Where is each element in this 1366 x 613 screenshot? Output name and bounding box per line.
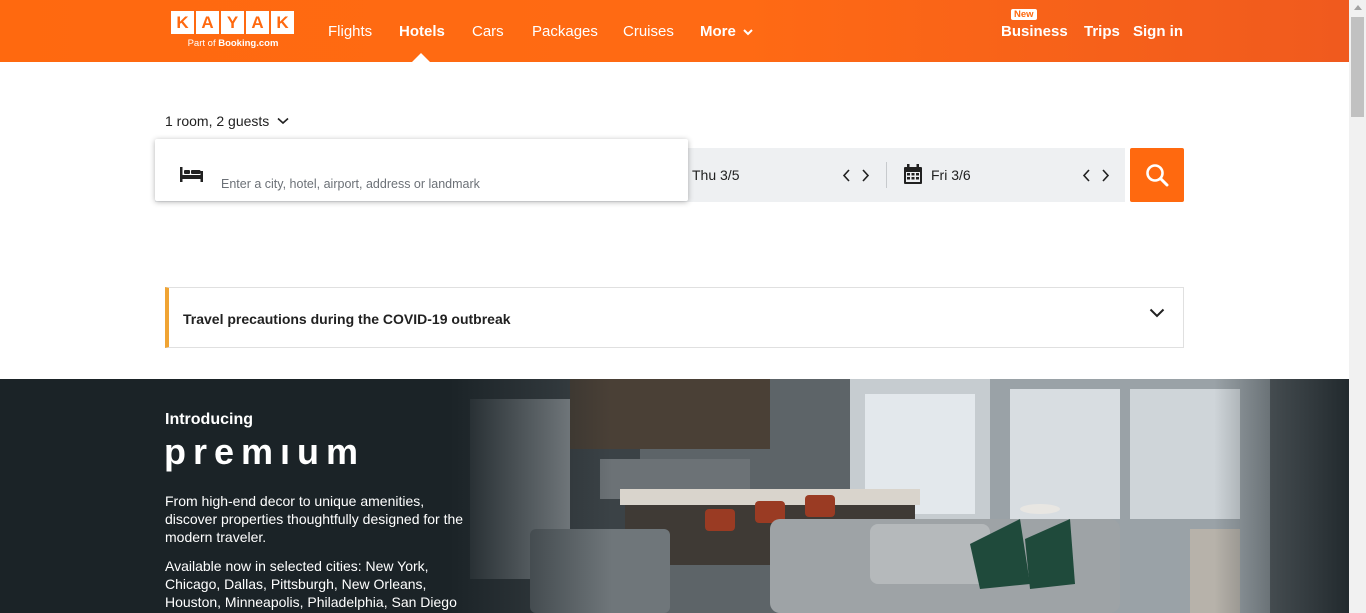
logo-letter: A xyxy=(246,11,269,34)
checkin-prev-chevron-icon[interactable] xyxy=(842,169,851,182)
calendar-icon xyxy=(904,164,922,184)
scroll-up-arrow-icon[interactable] xyxy=(1354,5,1362,10)
chevron-down-icon[interactable] xyxy=(1149,308,1165,318)
destination-field[interactable] xyxy=(155,139,688,201)
checkin-date[interactable]: Thu 3/5 xyxy=(692,148,739,202)
top-header: K A Y A K Part of Booking.com Flights Ho… xyxy=(0,0,1349,62)
logo-subtitle-brand: Booking.com xyxy=(218,38,279,49)
checkout-prev-chevron-icon[interactable] xyxy=(1082,169,1091,182)
logo-letter: K xyxy=(271,11,294,34)
logo-letter: A xyxy=(196,11,219,34)
sign-in-link[interactable]: Sign in xyxy=(1133,23,1183,40)
checkin-next-chevron-icon[interactable] xyxy=(861,169,870,182)
hero-description: From high-end decor to unique amenities,… xyxy=(165,493,464,545)
premium-hero-banner[interactable]: Introducing premıum From high-end decor … xyxy=(0,379,1349,613)
scroll-thumb[interactable] xyxy=(1351,17,1364,117)
covid-banner-title: Travel precautions during the COVID-19 o… xyxy=(183,311,511,327)
checkout-date[interactable]: Fri 3/6 xyxy=(931,148,971,202)
active-nav-indicator xyxy=(412,53,430,62)
nav-more[interactable]: More xyxy=(700,23,753,40)
nav-cruises[interactable]: Cruises xyxy=(623,23,674,40)
search-button[interactable] xyxy=(1130,148,1184,202)
page-scrollbar[interactable] xyxy=(1349,0,1366,613)
bed-icon xyxy=(180,167,203,182)
destination-input[interactable] xyxy=(221,177,661,191)
guests-selector[interactable]: 1 room, 2 guests xyxy=(165,113,289,129)
checkin-label: Thu 3/5 xyxy=(692,167,740,183)
logo-subtitle: Part of Booking.com xyxy=(171,38,295,49)
business-link[interactable]: Business xyxy=(1001,23,1068,40)
checkout-label: Fri 3/6 xyxy=(931,167,971,183)
nav-flights[interactable]: Flights xyxy=(328,23,372,40)
chevron-down-icon xyxy=(277,117,289,125)
logo-subtitle-prefix: Part of xyxy=(187,38,219,49)
checkout-next-chevron-icon[interactable] xyxy=(1101,169,1110,182)
trips-link[interactable]: Trips xyxy=(1084,23,1120,40)
search-icon xyxy=(1146,164,1169,187)
nav-cars[interactable]: Cars xyxy=(472,23,504,40)
logo-letter: K xyxy=(171,11,194,34)
chevron-down-icon xyxy=(743,29,753,36)
guests-label: 1 room, 2 guests xyxy=(165,113,270,129)
nav-more-label: More xyxy=(700,23,736,40)
hero-cities: Available now in selected cities: New Yo… xyxy=(165,558,457,610)
new-badge: New xyxy=(1011,9,1037,20)
hero-intro: Introducing xyxy=(165,411,253,428)
logo-letter: Y xyxy=(221,11,244,34)
hero-apartment-image xyxy=(450,379,1349,613)
nav-packages[interactable]: Packages xyxy=(532,23,598,40)
date-divider xyxy=(886,162,887,188)
hero-premium-title: premıum xyxy=(164,431,366,472)
nav-hotels[interactable]: Hotels xyxy=(399,23,445,40)
covid-banner[interactable]: Travel precautions during the COVID-19 o… xyxy=(165,287,1184,348)
kayak-logo[interactable]: K A Y A K Part of Booking.com xyxy=(171,11,297,53)
